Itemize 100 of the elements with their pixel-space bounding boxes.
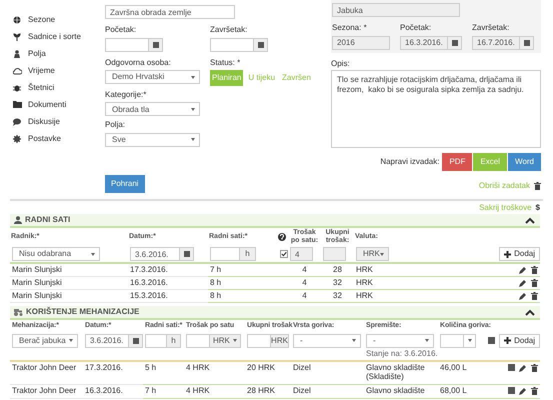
- date-field[interactable]: 16.3.2016.: [400, 36, 448, 50]
- date-field[interactable]: [105, 38, 149, 52]
- folder-icon: [12, 101, 22, 108]
- field-label: Sezona: *: [332, 23, 368, 33]
- field-label: Početak:: [105, 25, 138, 35]
- total-field[interactable]: [247, 334, 271, 348]
- plus-icon: [504, 337, 512, 344]
- dropdown[interactable]: HRK: [356, 247, 389, 262]
- calendar-button[interactable]: [129, 334, 143, 348]
- sidebar-item[interactable]: Sadnice i sorte: [28, 32, 81, 42]
- calendar-icon: [256, 40, 264, 49]
- name-field[interactable]: Završna obrada zemlje: [105, 5, 235, 19]
- caret-icon: [352, 339, 356, 342]
- dropdown[interactable]: Sve: [105, 132, 200, 147]
- rate-field[interactable]: [186, 334, 210, 348]
- rate-field[interactable]: 4: [290, 247, 313, 262]
- dropdown[interactable]: -: [366, 334, 434, 348]
- sidebar-item[interactable]: Diskusije: [28, 116, 60, 126]
- sidebar-item[interactable]: Vrijeme: [28, 66, 55, 76]
- description-field[interactable]: Tlo se razrahljuje rotacijskim drljačama, drljačama ili frezom, kako bi se osigurala sipka zemlja za sadnju.: [331, 70, 541, 148]
- caret-icon: [468, 339, 472, 342]
- calendar-button[interactable]: [520, 36, 534, 50]
- dropdown[interactable]: -: [293, 334, 361, 348]
- delete-icon[interactable]: [531, 386, 538, 395]
- table-cell: 4 HRK: [184, 362, 245, 385]
- dropdown[interactable]: Obrada tla: [105, 102, 200, 116]
- sidebar-item[interactable]: Sezone: [28, 14, 56, 24]
- table-cell: Marin Slunjski: [10, 277, 128, 290]
- delete-icon[interactable]: [531, 364, 538, 372]
- collapse-icon[interactable]: [525, 308, 535, 316]
- caret-icon: [380, 252, 384, 256]
- calendar-button[interactable]: [180, 247, 194, 262]
- field-label: Status: *: [210, 58, 242, 68]
- plant-icon: [13, 32, 21, 40]
- currency-dropdown[interactable]: HRK: [210, 334, 241, 348]
- sidebar-item[interactable]: Postavke: [28, 134, 61, 144]
- field-label: Odgovorna osoba:: [105, 58, 172, 68]
- caret-icon: [425, 339, 429, 342]
- chat-icon: [12, 118, 22, 126]
- currency-label: HRK: [271, 334, 289, 348]
- edit-icon[interactable]: [519, 364, 527, 372]
- save-button[interactable]: Pohrani: [105, 174, 145, 193]
- export-button[interactable]: Word: [508, 153, 541, 171]
- dropdown[interactable]: Nisu odabrana: [12, 247, 100, 262]
- dollar-icon: $: [536, 202, 540, 212]
- unit-label: h: [240, 247, 256, 262]
- calendar-button[interactable]: [149, 38, 163, 52]
- table-cell: Glavno skladište (Skladište): [364, 362, 438, 385]
- table-cell: 32: [321, 277, 354, 290]
- table-cell: HRK: [354, 277, 404, 290]
- date-field[interactable]: [210, 38, 254, 52]
- caret-icon: [91, 252, 95, 256]
- checkbox-tick[interactable]: [280, 250, 288, 258]
- table-cell: Dizel: [291, 384, 364, 399]
- table-cell: 7 h: [143, 384, 184, 399]
- date-field[interactable]: 3.6.2016.: [130, 247, 180, 262]
- trash-icon: [534, 182, 541, 190]
- dropdown[interactable]: [464, 334, 476, 348]
- hours-field[interactable]: [145, 334, 167, 348]
- bug-icon: [13, 84, 21, 92]
- calendar-icon: [132, 336, 140, 345]
- field-label: Završetak:: [472, 23, 510, 33]
- delete-icon[interactable]: [531, 279, 538, 288]
- hours-field[interactable]: [210, 247, 240, 262]
- calendar-button[interactable]: [254, 38, 268, 52]
- user-icon: [14, 216, 22, 224]
- caret-icon: [191, 138, 195, 142]
- season-field[interactable]: 2016: [332, 36, 390, 50]
- table-cell: 16.3.2016.: [83, 384, 143, 399]
- settings-icon: [13, 134, 21, 142]
- table-cell: 15.3.2016.: [128, 290, 208, 304]
- delete-icon[interactable]: [531, 266, 538, 274]
- total-field[interactable]: [323, 247, 346, 262]
- section-title: KORIŠTENJE MEHANIZACIJE: [26, 307, 140, 318]
- sidebar-item[interactable]: Polja: [28, 48, 46, 58]
- collapse-icon[interactable]: [525, 216, 535, 224]
- amount-field[interactable]: [440, 334, 464, 348]
- unit-label: h: [167, 334, 181, 348]
- table-cell: 4: [288, 264, 321, 278]
- export-button[interactable]: PDF: [442, 153, 472, 171]
- field-label: Početak:: [400, 23, 432, 33]
- section-title: RADNI SATI: [25, 215, 70, 225]
- table-cell: Marin Slunjski: [10, 264, 128, 278]
- add-button[interactable]: Dodaj: [499, 334, 540, 348]
- calendar-button[interactable]: [448, 36, 462, 50]
- sidebar-item[interactable]: Štetnici: [28, 82, 54, 92]
- table-cell: 32: [321, 290, 354, 304]
- culture-field[interactable]: Jabuka: [332, 3, 460, 17]
- table-cell: 4 HRK: [184, 384, 245, 399]
- date-field[interactable]: 16.7.2016.: [472, 36, 520, 50]
- delete-icon[interactable]: [531, 292, 538, 300]
- tractor-icon: [14, 308, 23, 316]
- edit-icon[interactable]: [519, 386, 527, 395]
- dropdown[interactable]: Demo Hrvatski: [105, 70, 200, 84]
- table-cell: 17.3.2016.: [128, 264, 208, 278]
- dropdown[interactable]: Berač jabuka: [12, 334, 78, 348]
- date-field[interactable]: 3.6.2016.: [85, 334, 129, 348]
- table-cell: Glavno skladište: [364, 384, 438, 399]
- add-button[interactable]: Dodaj: [499, 247, 540, 262]
- sidebar-item[interactable]: Dokumenti: [28, 100, 66, 110]
